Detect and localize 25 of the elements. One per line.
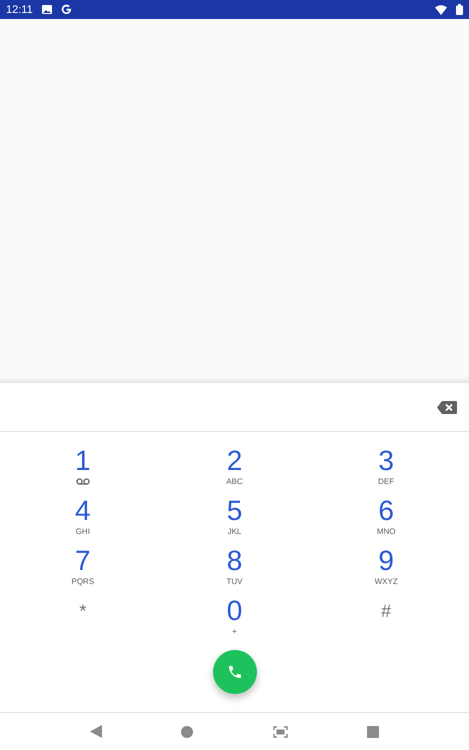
dial-key[interactable]: 2 ABC: [158, 446, 310, 490]
dial-key[interactable]: 5 JKL: [158, 496, 310, 540]
google-logo-icon: [60, 4, 72, 15]
dial-key[interactable]: *: [7, 596, 159, 640]
dial-key[interactable]: 0 +: [158, 596, 310, 640]
status-time: 12:11: [6, 4, 33, 16]
recents-icon[interactable]: [367, 726, 380, 738]
call-button[interactable]: [212, 650, 256, 694]
dial-key[interactable]: 8 TUV: [158, 546, 310, 590]
back-icon[interactable]: [90, 725, 102, 738]
battery-icon: [456, 4, 463, 15]
dial-key[interactable]: 7 PQRS: [7, 546, 159, 590]
dial-key[interactable]: 4 GHI: [7, 496, 159, 540]
backspace-button[interactable]: [437, 400, 457, 414]
voicemail-icon: [76, 478, 90, 485]
dial-key[interactable]: 3 DEF: [310, 446, 462, 490]
wifi-icon: [435, 4, 447, 14]
dial-key[interactable]: 6 MNO: [310, 496, 462, 540]
home-icon[interactable]: [181, 726, 194, 738]
dial-key[interactable]: 9 WXYZ: [310, 546, 462, 590]
dial-key[interactable]: 1: [7, 446, 159, 490]
phone-icon: [226, 664, 242, 680]
screenshot-icon[interactable]: [272, 726, 288, 738]
dial-key[interactable]: #: [310, 596, 462, 640]
image-icon: [42, 5, 52, 14]
